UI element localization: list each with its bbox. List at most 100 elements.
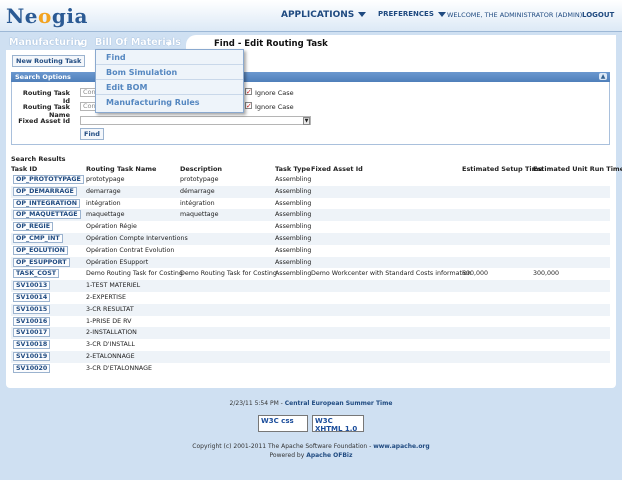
table-cell: 1-TEST MATERIEL bbox=[86, 282, 141, 290]
table-row: OP_CMP_INT Opération Compte Interventions… bbox=[11, 232, 610, 245]
task-id-link[interactable]: SV10013 bbox=[13, 281, 51, 291]
w3c-xhtml-badge[interactable]: W3C XHTML 1.0 bbox=[312, 415, 364, 433]
chevron-down-icon bbox=[437, 11, 446, 17]
table-row: OP_REGIE Opération Régie Assembling bbox=[11, 221, 610, 233]
applications-label: APPLICATIONS bbox=[281, 10, 355, 20]
app-header: Neogia APPLICATIONS PREFERENCES WELCOME,… bbox=[0, 0, 622, 32]
task-id-link[interactable]: OP_INTEGRATION bbox=[13, 198, 80, 208]
menu-item-find[interactable]: Find bbox=[96, 50, 243, 65]
task-id-link[interactable]: OP_CMP_INT bbox=[13, 233, 63, 243]
find-button[interactable]: Find bbox=[80, 128, 104, 140]
table-cell: Assembling bbox=[275, 211, 312, 219]
bill-of-materials-dropdown: Find Bom Simulation Edit BOM Manufacturi… bbox=[95, 49, 244, 113]
table-row: OP_INTEGRATION intégration intégration Asse… bbox=[11, 198, 610, 210]
table-row: OP_DEMARRAGE demarrage démarrage Assembling bbox=[11, 185, 610, 198]
table-row: OP_MAQUETTAGE maquettage maquettage Assembl… bbox=[11, 209, 610, 222]
table-row: SV10018 3-CR D'INSTALL bbox=[11, 339, 610, 351]
table-cell: Assembling bbox=[275, 176, 312, 183]
new-routing-task-button[interactable]: New Routing Task bbox=[12, 55, 86, 67]
column-header: Fixed Asset Id bbox=[311, 165, 363, 173]
table-cell: Assembling bbox=[275, 234, 312, 242]
column-header: Estimated Setup Time bbox=[462, 165, 543, 173]
task-id-link[interactable]: SV10015 bbox=[13, 304, 51, 314]
table-row: OP_EOLUTION Opération Contrat Evolution As… bbox=[11, 245, 610, 257]
task-id-link[interactable]: TASK_COST bbox=[13, 269, 60, 279]
table-cell: 3-CR RESULTAT bbox=[86, 305, 134, 313]
table-row: SV10017 2-INSTALLATION bbox=[11, 327, 610, 340]
table-cell: Assembling bbox=[275, 246, 312, 254]
column-header: Task Type bbox=[275, 165, 311, 173]
table-cell: prototypage bbox=[86, 176, 125, 183]
menu-item-bom-simulation[interactable]: Bom Simulation bbox=[96, 65, 243, 80]
table-cell: 2-ETALONNAGE bbox=[86, 352, 135, 360]
logo-text-prefix: Ne bbox=[6, 4, 39, 28]
task-id-link[interactable]: SV10016 bbox=[13, 316, 51, 326]
task-id-link[interactable]: OP_MAQUETTAGE bbox=[13, 210, 81, 220]
table-cell: Opération Contrat Evolution bbox=[86, 246, 175, 254]
column-header: Estimated Unit Run Time bbox=[533, 165, 622, 173]
logout-link[interactable]: LOGOUT bbox=[582, 11, 614, 19]
task-id-link[interactable]: OP_DEMARRAGE bbox=[13, 186, 77, 196]
results-table-body: OP_PROTOTYPAGE prototypage prototypage Asse… bbox=[11, 174, 610, 375]
column-header: Routing Task Name bbox=[86, 165, 157, 173]
table-cell: prototypage bbox=[180, 176, 219, 183]
powered-by-text: Powered by bbox=[269, 452, 307, 459]
table-cell: 2-EXPERTISE bbox=[86, 293, 126, 301]
table-row: SV10015 3-CR RESULTAT bbox=[11, 303, 610, 316]
table-row: TASK_COST Demo Routing Task for Costing De… bbox=[11, 268, 610, 280]
table-cell: Demo Workcenter with Standard Costs info… bbox=[311, 270, 472, 278]
table-cell: Assembling bbox=[275, 187, 312, 195]
menu-item-manufacturing-rules[interactable]: Manufacturing Rules bbox=[96, 95, 243, 110]
fixed-asset-id-select[interactable] bbox=[80, 116, 311, 125]
page-title: Find - Edit Routing Task bbox=[214, 39, 328, 49]
task-id-link[interactable]: SV10017 bbox=[13, 328, 51, 338]
task-id-link[interactable]: SV10019 bbox=[13, 351, 51, 361]
task-id-link[interactable]: OP_PROTOTYPAGE bbox=[13, 175, 84, 184]
preferences-menu[interactable]: PREFERENCES bbox=[378, 10, 446, 18]
ignore-case-checkbox[interactable]: ✓ bbox=[245, 102, 252, 110]
table-cell: Opération Régie bbox=[86, 223, 137, 231]
footer-datetime: 2/23/11 5:54 PM - Central European Summe… bbox=[0, 400, 622, 407]
collapse-icon[interactable]: ▲ bbox=[599, 73, 607, 80]
table-row: SV10013 1-TEST MATERIEL bbox=[11, 280, 610, 292]
table-cell: Assembling bbox=[275, 223, 312, 231]
timezone-link[interactable]: Central European Summer Time bbox=[285, 400, 393, 407]
task-id-link[interactable]: OP_ESUPPORT bbox=[13, 257, 70, 267]
table-cell: Opération ESupport bbox=[86, 258, 149, 266]
table-row: OP_PROTOTYPAGE prototypage prototypage Asse… bbox=[11, 174, 610, 186]
task-id-link[interactable]: SV10014 bbox=[13, 292, 51, 302]
column-header: Task ID bbox=[11, 165, 38, 173]
table-row: SV10016 1-PRISE DE RV bbox=[11, 316, 610, 328]
search-options-title: Search Options bbox=[15, 73, 71, 81]
apache-link[interactable]: www.apache.org bbox=[373, 443, 429, 450]
w3c-css-badge[interactable]: W3C css bbox=[258, 415, 308, 432]
table-cell: 1-PRISE DE RV bbox=[86, 317, 132, 325]
neogia-logo[interactable]: Neogia bbox=[6, 4, 88, 28]
search-results-title: Search Results bbox=[11, 155, 66, 163]
table-cell: intégration bbox=[86, 199, 121, 207]
chevron-down-icon bbox=[358, 12, 367, 17]
footer-copyright: Copyright (c) 2001-2011 The Apache Softw… bbox=[0, 443, 622, 450]
task-id-link[interactable]: SV10018 bbox=[13, 340, 51, 350]
task-id-link[interactable]: OP_REGIE bbox=[13, 222, 54, 232]
menu-item-edit-bom[interactable]: Edit BOM bbox=[96, 80, 243, 95]
applications-menu[interactable]: APPLICATIONS bbox=[281, 10, 367, 20]
ofbiz-link[interactable]: Apache OFBiz bbox=[306, 452, 352, 459]
task-id-link[interactable]: OP_EOLUTION bbox=[13, 245, 68, 255]
table-cell: Demo Routing Task for Costing bbox=[180, 270, 277, 278]
table-cell: Assembling bbox=[275, 270, 312, 278]
breadcrumb-manufacturing[interactable]: Manufacturing bbox=[9, 37, 87, 48]
copyright-text: Copyright (c) 2001-2011 The Apache Softw… bbox=[192, 443, 374, 450]
table-cell: intégration bbox=[180, 199, 215, 207]
table-cell: 600,000 bbox=[462, 270, 489, 278]
preferences-label: PREFERENCES bbox=[378, 10, 434, 18]
chevron-down-icon[interactable]: ▼ bbox=[303, 117, 310, 125]
table-cell: Demo Routing Task for Costing bbox=[86, 270, 183, 278]
logo-text-suffix: gia bbox=[51, 4, 88, 28]
table-cell: demarrage bbox=[86, 187, 121, 195]
welcome-text: WELCOME, THE ADMINISTRATOR (ADMIN) bbox=[447, 11, 583, 19]
ignore-case-checkbox[interactable]: ✓ bbox=[245, 88, 252, 96]
task-id-link[interactable]: SV10020 bbox=[13, 363, 51, 373]
table-cell: Assembling bbox=[275, 199, 312, 207]
fixed-asset-id-label: Fixed Asset Id bbox=[18, 117, 70, 125]
